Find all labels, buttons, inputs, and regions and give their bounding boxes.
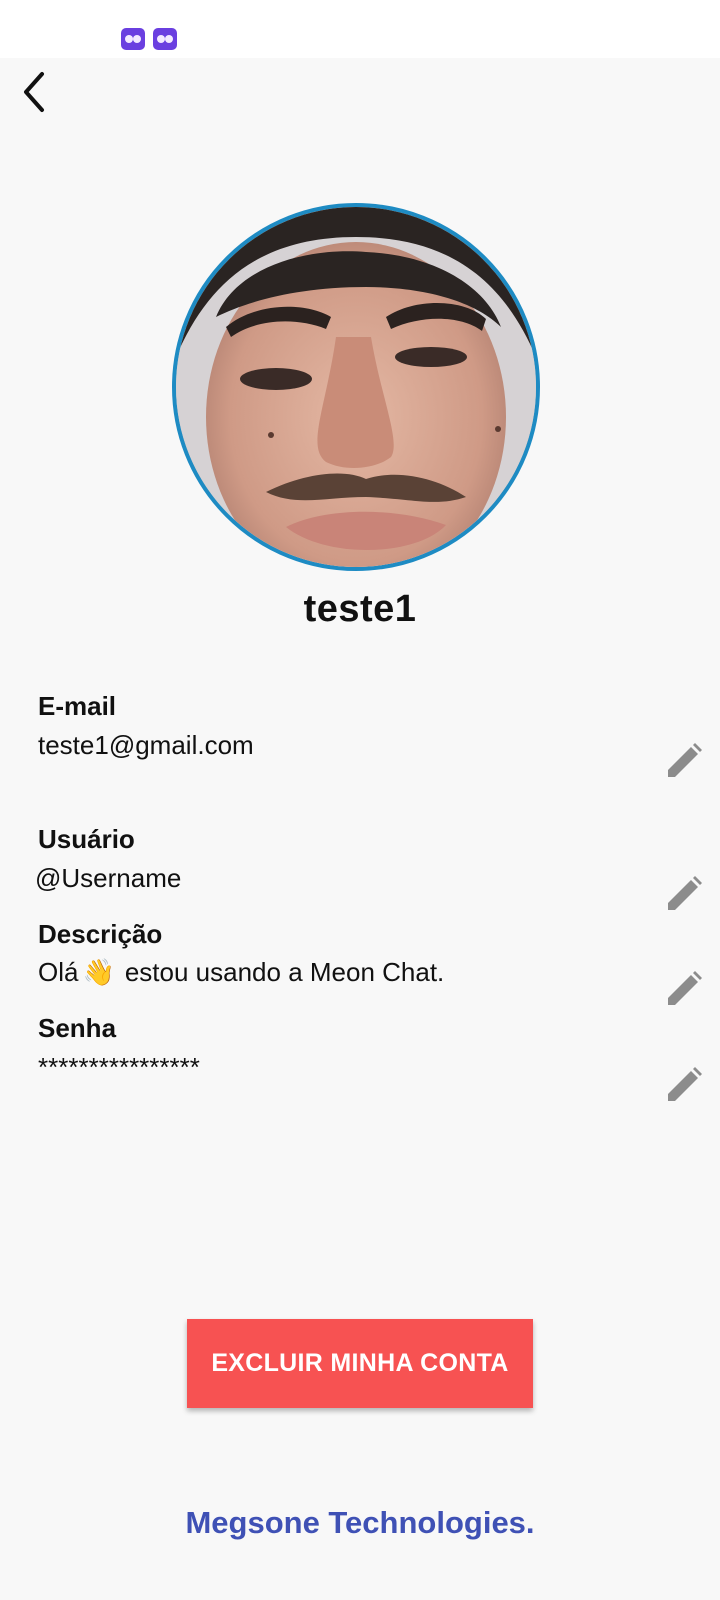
pencil-icon [668,743,702,777]
description-label: Descrição [38,919,163,949]
user-label: Usuário [38,824,135,854]
edit-email-button[interactable] [664,741,704,781]
pencil-icon [668,971,702,1005]
password-label: Senha [38,1013,117,1043]
meon-notification-icon [121,28,145,50]
edit-description-button[interactable] [664,969,704,1009]
description-value: Olá 👋 estou usando a Meon Chat. [38,957,444,988]
description-text-end: estou usando a Meon Chat. [124,957,445,987]
avatar[interactable] [172,203,540,571]
email-value: teste1@gmail.com [38,730,254,760]
edit-user-button[interactable] [664,874,704,914]
pencil-icon [668,1067,702,1101]
delete-account-button[interactable]: EXCLUIR MINHA CONTA [187,1319,533,1408]
edit-password-button[interactable] [664,1065,704,1105]
status-bar [0,0,720,58]
meon-notification-icon [153,28,177,50]
password-value: **************** [38,1052,200,1082]
chevron-left-icon [24,72,44,112]
waving-hand-emoji: 👋 [82,957,115,987]
profile-username: teste1 [303,588,417,630]
pencil-icon [668,876,702,910]
email-label: E-mail [38,691,117,721]
user-value: @Username [35,863,182,893]
back-button[interactable] [14,68,58,116]
footer-brand: Megsone Technologies. [185,1505,535,1540]
avatar-photo [176,207,536,567]
description-text-start: Olá [38,957,79,987]
